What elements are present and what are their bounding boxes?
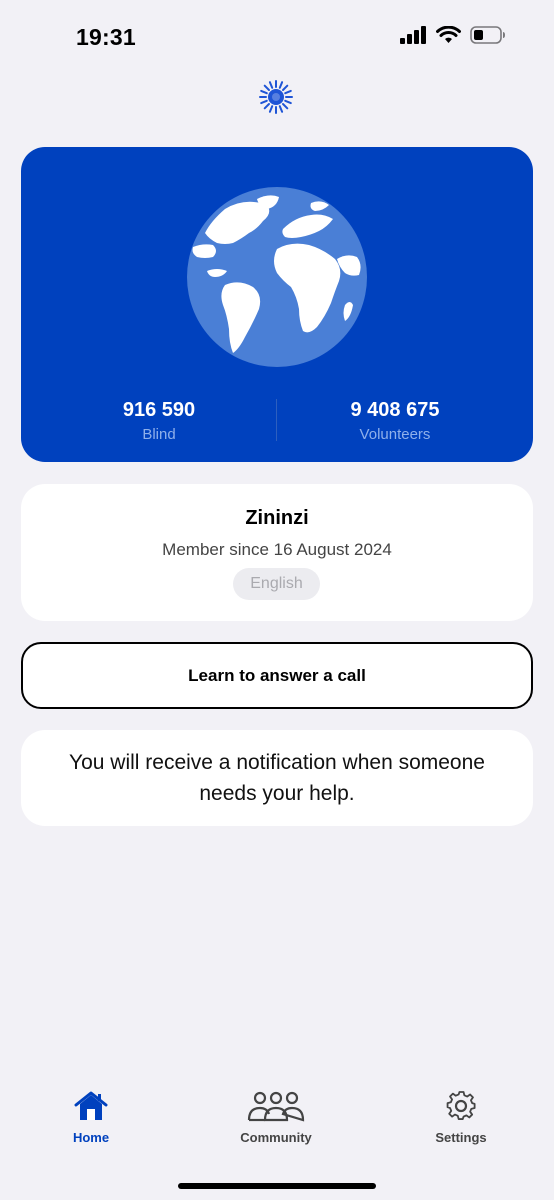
status-bar: 19:31 [0,0,554,72]
tab-home[interactable]: Home [21,1090,161,1145]
gear-icon [446,1091,476,1120]
wifi-icon [436,26,461,43]
home-icon [74,1091,108,1120]
status-icons [400,26,506,44]
notification-notice: You will receive a notification when som… [21,730,533,826]
blind-label: Blind [142,426,176,443]
blind-count: 916 590 [122,399,196,421]
learn-to-answer-button[interactable]: Learn to answer a call [21,642,533,709]
tab-community[interactable]: Community [206,1090,346,1145]
tab-community-label: Community [240,1130,312,1145]
stat-divider [276,399,277,441]
tab-home-label: Home [72,1130,110,1145]
volunteers-label: Volunteers [359,426,431,443]
sun-logo-icon [259,80,293,114]
globe-icon [187,187,367,367]
battery-icon [470,26,505,44]
member-since: Member since 16 August 2024 [162,540,392,559]
status-time: 19:31 [76,24,136,50]
people-icon [247,1091,305,1122]
profile-name: Zininzi [245,507,309,529]
signal-icon [400,26,426,44]
tab-settings-label: Settings [435,1130,487,1145]
tab-bar: Home Community Settings [0,1090,554,1160]
volunteers-stat: 9 408 675 Volunteers [295,399,495,443]
blind-stat: 916 590 Blind [59,399,259,443]
tab-settings[interactable]: Settings [391,1090,531,1145]
notice-text: You will receive a notification when som… [69,751,485,805]
stats-card: 916 590 Blind 9 408 675 Volunteers [21,147,533,462]
home-indicator[interactable] [178,1183,376,1189]
language-badge: English [233,568,320,600]
volunteers-count: 9 408 675 [350,399,440,421]
profile-card: Zininzi Member since 16 August 2024 Engl… [21,484,533,621]
